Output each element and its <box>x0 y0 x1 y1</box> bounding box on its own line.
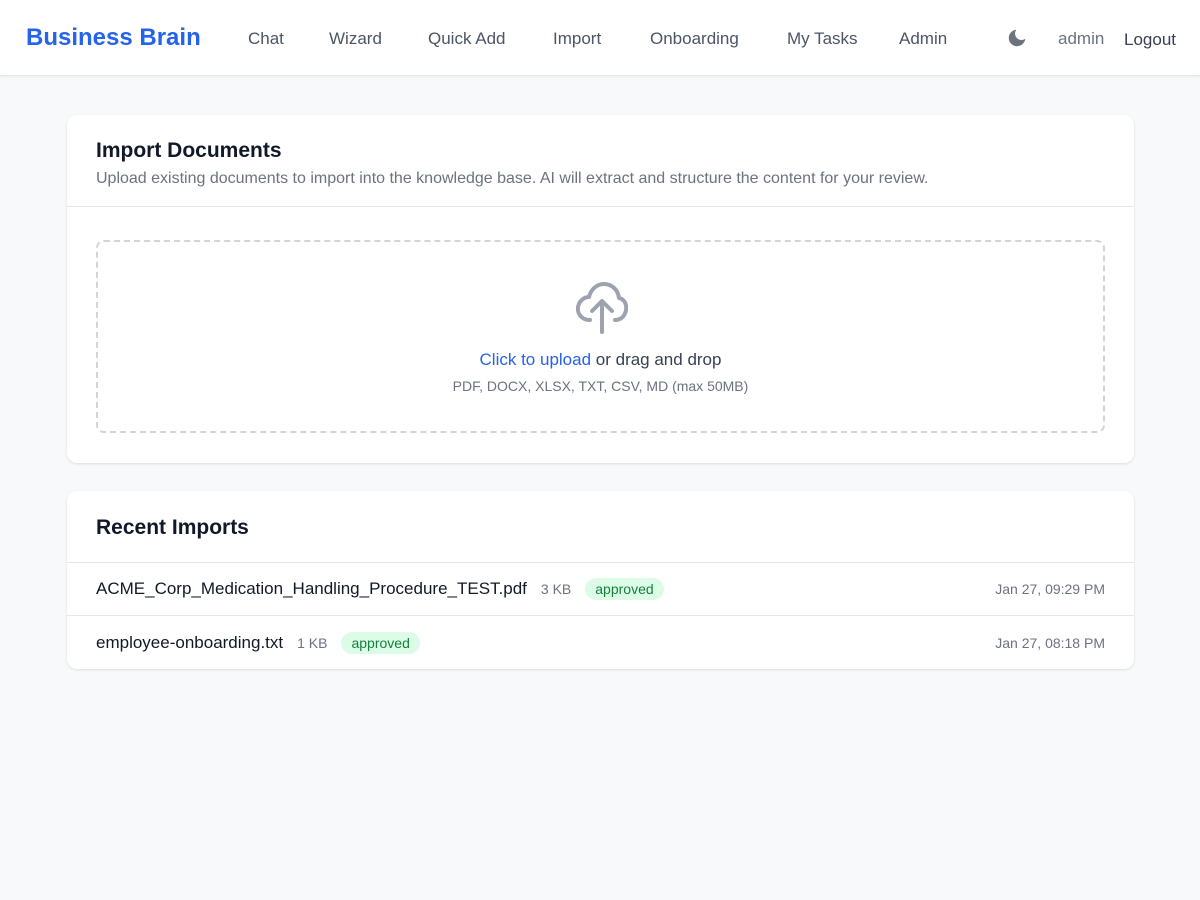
file-name[interactable]: ACME_Corp_Medication_Handling_Procedure_… <box>96 579 527 599</box>
import-row[interactable]: ACME_Corp_Medication_Handling_Procedure_… <box>67 563 1134 616</box>
logout-button[interactable]: Logout <box>1124 30 1176 50</box>
current-user: admin <box>1058 29 1105 48</box>
drag-drop-text: or drag and drop <box>591 350 722 369</box>
status-badge: approved <box>341 631 420 654</box>
recent-imports-header: Recent Imports <box>67 491 1134 563</box>
brand-logo[interactable]: Business Brain <box>26 24 201 52</box>
file-name[interactable]: employee-onboarding.txt <box>96 633 283 653</box>
upload-file-types-hint: PDF, DOCX, XLSX, TXT, CSV, MD (max 50MB) <box>452 378 749 394</box>
nav-item-quick-add[interactable]: Quick Add <box>428 29 506 49</box>
file-size: 1 KB <box>297 634 328 651</box>
import-card-subtitle: Upload existing documents to import into… <box>96 170 929 187</box>
upload-dropzone[interactable]: Click to upload or drag and drop PDF, DO… <box>96 240 1105 433</box>
recent-imports-card: Recent Imports ACME_Corp_Medication_Hand… <box>67 491 1134 669</box>
import-documents-card: Import Documents Upload existing documen… <box>67 115 1134 463</box>
moon-icon[interactable] <box>1006 27 1028 49</box>
nav-item-wizard[interactable]: Wizard <box>329 29 382 49</box>
import-card-title: Import Documents <box>96 139 282 162</box>
nav-item-chat[interactable]: Chat <box>248 29 284 49</box>
click-to-upload-link[interactable]: Click to upload <box>480 350 592 369</box>
recent-imports-title: Recent Imports <box>96 516 249 539</box>
upload-instructions: Click to upload or drag and drop <box>98 350 1103 370</box>
import-date: Jan 27, 09:29 PM <box>995 581 1105 597</box>
cloud-upload-icon <box>575 280 629 336</box>
nav-item-admin[interactable]: Admin <box>899 29 947 49</box>
import-row[interactable]: employee-onboarding.txt 1 KB approved Ja… <box>67 616 1134 669</box>
nav-item-my-tasks[interactable]: My Tasks <box>787 29 858 49</box>
import-card-header: Import Documents Upload existing documen… <box>67 115 1134 207</box>
nav-item-import[interactable]: Import <box>553 29 601 49</box>
top-navbar: Business Brain Chat Wizard Quick Add Imp… <box>0 0 1200 76</box>
file-size: 3 KB <box>540 581 572 597</box>
nav-item-onboarding[interactable]: Onboarding <box>650 29 739 49</box>
import-date: Jan 27, 08:18 PM <box>995 634 1105 651</box>
status-badge: approved <box>585 578 664 600</box>
